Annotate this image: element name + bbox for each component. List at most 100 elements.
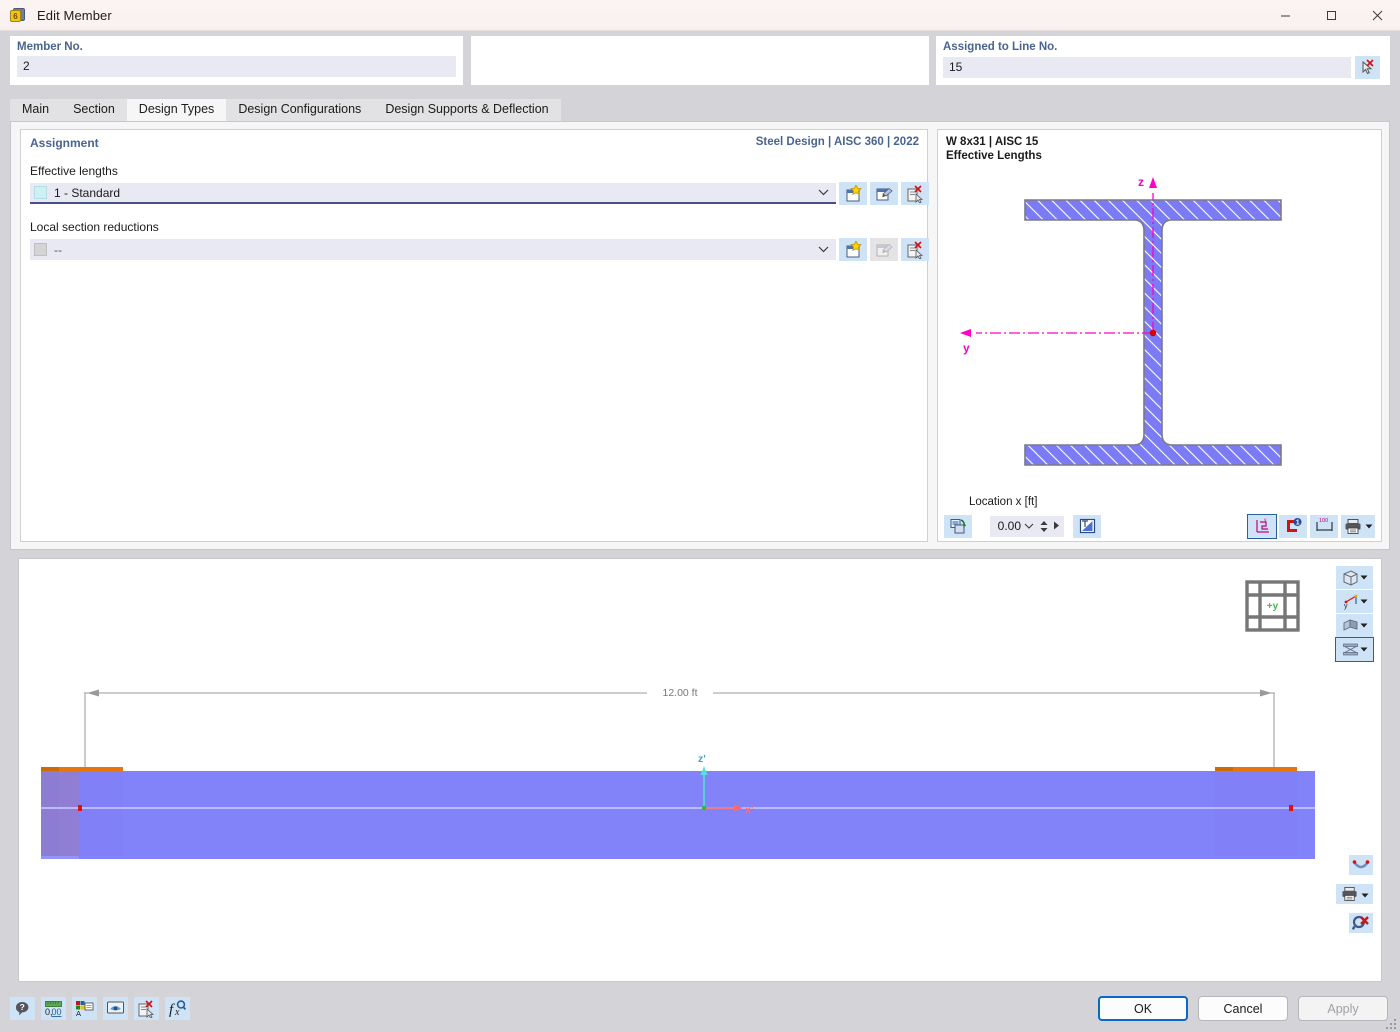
member-icon: 6 <box>10 6 28 24</box>
svg-text:A: A <box>76 1009 81 1017</box>
tab-design-supports-deflection[interactable]: Design Supports & Deflection <box>373 99 561 121</box>
window-title: Edit Member <box>37 7 112 23</box>
local-section-reductions-value: -- <box>54 242 62 257</box>
section-display-icon[interactable] <box>1335 637 1374 662</box>
printer-icon[interactable] <box>1341 514 1375 538</box>
dimension-label: 12.00 ft <box>662 687 697 699</box>
navigation-cube[interactable]: +y <box>1245 580 1300 632</box>
design-types-panel: Assignment Steel Design | AISC 360 | 202… <box>10 121 1390 550</box>
location-x-spinner[interactable]: 0.00 <box>990 515 1064 537</box>
location-next-icon[interactable] <box>1051 521 1060 532</box>
render-icon[interactable] <box>1336 614 1373 637</box>
local-section-reductions-combo[interactable]: -- <box>30 239 836 260</box>
deformation-icon[interactable] <box>1349 855 1373 875</box>
assignment-pane: Assignment Steel Design | AISC 360 | 202… <box>20 129 929 542</box>
chevron-down-icon[interactable] <box>1360 645 1368 654</box>
assigned-line-field-group: Assigned to Line No. <box>936 36 1390 85</box>
display-properties-icon[interactable]: A <box>72 997 97 1020</box>
section-toolbar: 0.00 y 1 100 <box>938 513 1381 539</box>
edit-effective-length-button[interactable] <box>870 182 898 205</box>
svg-text:?: ? <box>20 1002 25 1012</box>
axis-z-prime-label: z' <box>698 753 706 765</box>
effective-lengths-label: Effective lengths <box>30 164 118 178</box>
tab-bar: Main Section Design Types Design Configu… <box>10 99 561 121</box>
ok-button[interactable]: OK <box>1098 996 1188 1021</box>
local-section-reductions-row: -- <box>30 238 929 261</box>
svg-text:1: 1 <box>1295 520 1299 527</box>
delete-object-icon[interactable] <box>134 997 159 1020</box>
bottom-tool-buttons: ? 0, 00 A f x <box>10 997 190 1020</box>
edit-section-reduction-button <box>870 238 898 261</box>
dialog-action-buttons: OK Cancel Apply <box>1098 996 1388 1021</box>
support-icon[interactable]: 1 <box>1279 514 1307 538</box>
effective-lengths-value: 1 - Standard <box>54 185 121 200</box>
cancel-button[interactable]: Cancel <box>1198 996 1288 1021</box>
tab-section[interactable]: Section <box>61 99 127 121</box>
header-fields: Member No. Assigned to Line No. <box>0 31 1400 96</box>
window-controls <box>1262 0 1400 31</box>
new-effective-length-button[interactable] <box>839 182 867 205</box>
chevron-down-icon[interactable] <box>1361 887 1369 901</box>
title-bar: 6 Edit Member <box>0 0 1400 31</box>
nav-cube-label: +y <box>1267 601 1279 612</box>
printer-icon[interactable] <box>1336 884 1373 904</box>
tab-design-types[interactable]: Design Types <box>126 99 227 121</box>
local-section-reductions-label: Local section reductions <box>30 220 159 234</box>
new-section-reduction-button[interactable] <box>839 238 867 261</box>
chevron-down-icon[interactable] <box>1360 621 1368 630</box>
cube-icon[interactable] <box>1336 566 1373 589</box>
blue-triangle-icon[interactable] <box>1073 514 1101 538</box>
member-no-input[interactable] <box>17 56 456 77</box>
assigned-line-input[interactable] <box>943 57 1351 78</box>
local-section-reductions-swatch <box>34 243 47 256</box>
chevron-down-icon[interactable] <box>1360 597 1368 606</box>
svg-text:x: x <box>174 1007 180 1017</box>
member-no-label: Member No. <box>17 41 83 53</box>
design-code-label: Steel Design | AISC 360 | 2022 <box>755 136 919 148</box>
section-axis-z-label: z <box>1138 175 1144 189</box>
empty-field-group <box>471 36 929 85</box>
maximize-button[interactable] <box>1308 0 1354 31</box>
minimize-button[interactable] <box>1262 0 1308 31</box>
chevron-down-icon[interactable] <box>1360 573 1368 582</box>
units-icon[interactable]: 0, 00 <box>41 997 66 1020</box>
dialog-bottom-bar: ? 0, 00 A f x OK Cancel Apply <box>0 986 1400 1032</box>
chevron-down-icon[interactable] <box>818 187 829 199</box>
location-dropdown-icon[interactable] <box>1021 521 1037 532</box>
delete-section-reduction-button[interactable] <box>901 238 929 261</box>
axis-x-prime-label: x' <box>745 804 753 816</box>
close-button[interactable] <box>1354 0 1400 31</box>
section-profile-drawing: z y <box>960 175 1282 466</box>
select-line-icon[interactable] <box>1355 56 1380 79</box>
effective-lengths-row: 1 - Standard <box>30 182 929 205</box>
chevron-down-icon[interactable] <box>818 244 829 256</box>
axes-icon[interactable]: y <box>1247 513 1277 539</box>
view-buttons-bottom <box>1336 855 1373 933</box>
formula-icon[interactable]: f x <box>165 997 190 1020</box>
section-axis-y-label: y <box>963 341 970 355</box>
zoom-reset-icon[interactable] <box>1349 913 1373 933</box>
dimensions-icon[interactable]: 100 <box>1310 514 1338 538</box>
member-no-field-group: Member No. <box>10 36 463 85</box>
question-balloon-icon[interactable]: ? <box>10 997 35 1020</box>
view-buttons-top: y <box>1335 566 1374 662</box>
member-3d-drawing: 12.00 ft z' x' <box>41 685 1315 859</box>
resize-grip[interactable] <box>1385 1018 1397 1030</box>
axes-xyz-icon[interactable]: y <box>1336 590 1373 613</box>
delete-effective-length-button[interactable] <box>901 182 929 205</box>
location-stepper[interactable] <box>1037 520 1051 533</box>
tab-main[interactable]: Main <box>10 99 62 121</box>
member-3d-view[interactable]: 12.00 ft z' x' +y y <box>18 558 1382 982</box>
rotate-section-icon[interactable] <box>944 514 972 538</box>
location-x-value: 0.00 <box>997 519 1021 533</box>
tab-design-configurations[interactable]: Design Configurations <box>226 99 374 121</box>
section-viewer-pane: W 8x31 | AISC 15 Effective Lengths z y L… <box>937 129 1382 542</box>
apply-button: Apply <box>1298 996 1388 1021</box>
view-settings-icon[interactable] <box>103 997 128 1020</box>
assigned-line-label: Assigned to Line No. <box>943 41 1058 53</box>
effective-lengths-combo[interactable]: 1 - Standard <box>30 183 836 204</box>
section-name: W 8x31 | AISC 15 <box>946 136 1039 148</box>
effective-lengths-swatch <box>34 186 47 199</box>
svg-text:100: 100 <box>1319 518 1328 524</box>
svg-text:00: 00 <box>52 1007 62 1017</box>
